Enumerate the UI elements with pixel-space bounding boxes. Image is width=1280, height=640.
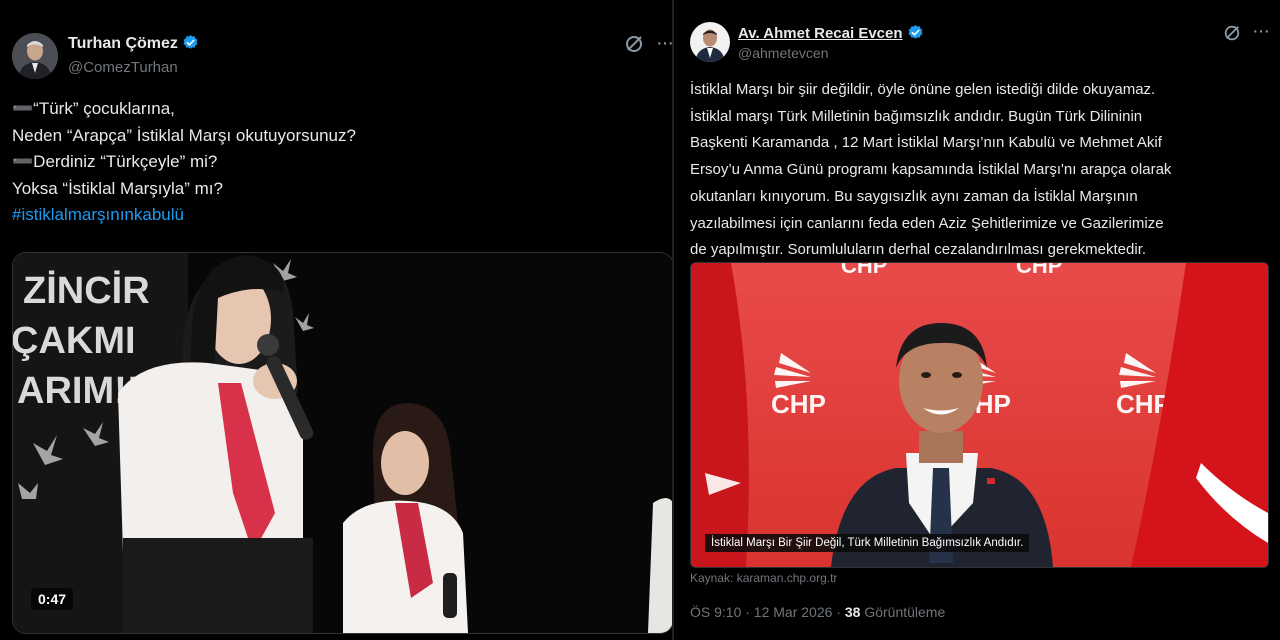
more-options-icon[interactable]: ··· [1252,20,1270,43]
avatar-image [12,33,58,79]
hashtag-link[interactable]: #istiklalmarşınınkabulü [12,202,652,229]
tweet-line: de yapılmıştır. Sorumluluların derhal ce… [690,241,1147,259]
banner-word: ÇAKMI [13,320,136,362]
right-tweet: Av. Ahmet Recai Evcen @ahmetevcen ··· İs… [674,0,1280,640]
author-name-text: Turhan Çömez [68,35,178,52]
image-caption: İstiklal Marşı Bir Şiir Değil, Türk Mill… [705,534,1030,552]
grok-icon[interactable] [624,34,644,59]
video-duration: 0:47 [31,588,74,610]
avatar-image [690,22,730,62]
verified-badge-icon [908,25,922,39]
video-frame: ZİNCİR ÇAKMI ARIM!! [13,253,672,633]
tweet-image[interactable]: CHP CHP CHP CHP CHP İstiklal Marşı Bir Ş… [690,262,1269,568]
tweet-line: Ersoy’u Anma Günü programı kapsamında İs… [690,161,1172,179]
tweet-line: Neden “Arapça” İstiklal Marşı okutuyorsu… [12,125,356,145]
timestamp[interactable]: ÖS 9:10 · 12 Mar 2026 · [690,604,841,620]
banner-word: ZİNCİR [23,270,150,312]
source-label: Kaynak: karaman.chp.org.tr [690,571,838,585]
logo-text: CHP [1016,263,1062,278]
tweet-line: İstiklal Marşı bir şiir değildir, öyle ö… [690,81,1156,98]
views-label: Görüntüleme [864,604,946,620]
avatar[interactable] [690,22,730,62]
views-count: 38 [844,604,861,620]
tweet-metadata: ÖS 9:10 · 12 Mar 2026 · 38 Görüntüleme [690,604,945,620]
tweet-text: ➖“Türk” çocuklarına, Neden “Arapça” İsti… [12,96,652,229]
author-name[interactable]: Turhan Çömez [68,34,199,53]
verified-badge-icon [183,35,198,49]
tweet-line: ➖“Türk” çocuklarına, [12,99,175,118]
tweet-line: İstiklal marşı Türk Milletinin bağımsızl… [690,107,1143,125]
author-handle[interactable]: @ahmetevcen [738,45,828,61]
press-photo: CHP CHP CHP CHP CHP [691,263,1268,567]
avatar[interactable] [12,33,58,79]
tweet-line: Yoksa “İstiklal Marşıyla” mı? [12,178,223,198]
author-handle[interactable]: @ComezTurhan [68,59,178,76]
left-tweet: Turhan Çömez @ComezTurhan ··· ➖“Türk” ço… [0,0,672,640]
logo-text: CHP [841,263,887,278]
tweet-line: ➖Derdiniz “Türkçeyle” mi? [12,152,218,171]
grok-icon[interactable] [1223,24,1241,47]
tweet-line: okutanları kınıyorum. Bu saygısızlık ayn… [690,187,1138,205]
tweet-line: Başkenti Karamanda , 12 Mart İstiklal Ma… [690,134,1162,152]
author-name[interactable]: Av. Ahmet Recai Evcen [738,24,924,42]
tweet-text: İstiklal Marşı bir şiir değildir, öyle ö… [690,77,1275,264]
video-player[interactable]: ZİNCİR ÇAKMI ARIM!! 0:47 [12,252,672,634]
logo-text: CHP [771,389,826,419]
more-options-icon[interactable]: ··· [656,32,672,55]
tweet-line: yazılabilmesi için canlarını feda eden A… [690,214,1164,232]
author-name-text: Av. Ahmet Recai Evcen [738,25,903,42]
